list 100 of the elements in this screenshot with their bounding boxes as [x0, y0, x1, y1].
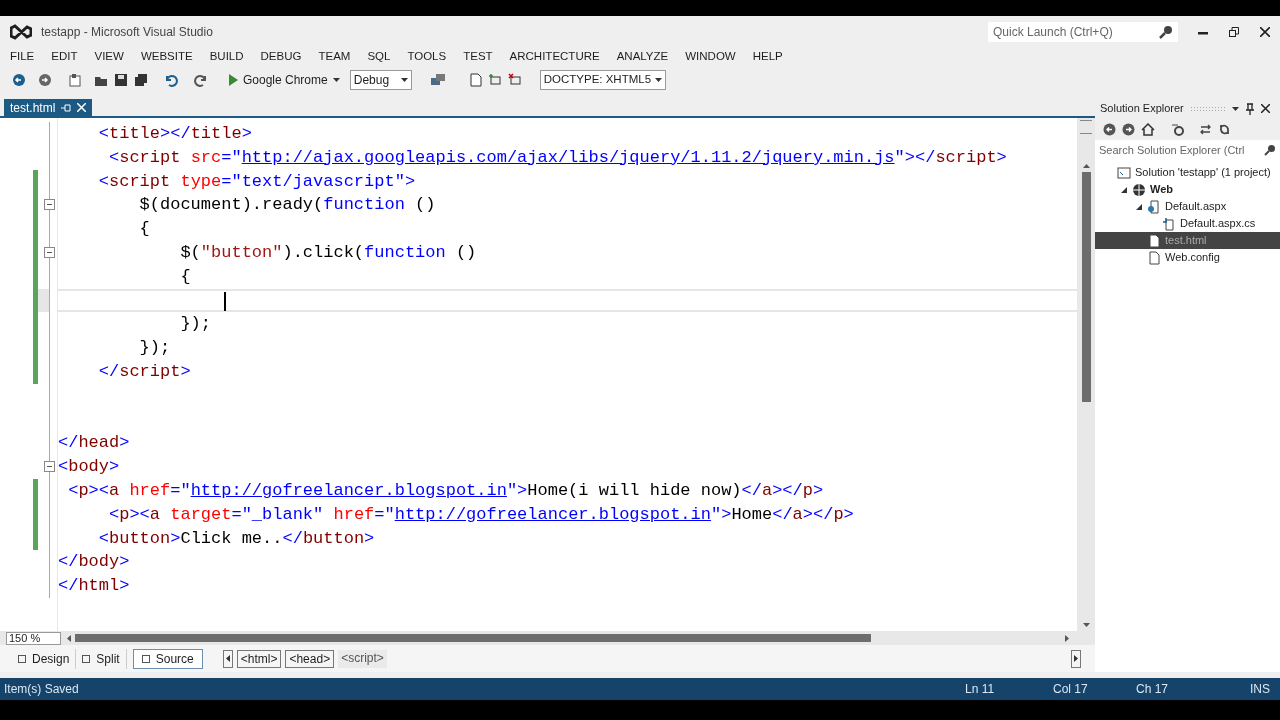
app-logo-icon [10, 22, 32, 41]
breadcrumb[interactable]: <head> [285, 649, 335, 668]
code-line: <title></title> [97, 124, 252, 143]
breadcrumb[interactable]: <html> [236, 649, 282, 668]
back-icon[interactable] [1103, 122, 1116, 136]
horizontal-scrollbar-thumb[interactable] [75, 634, 871, 642]
menu-item[interactable]: HELP [752, 48, 783, 66]
menu-item[interactable]: SQL [367, 48, 391, 66]
caret-icon [655, 78, 662, 82]
remove-comment-icon[interactable] [507, 73, 522, 87]
file-icon [1147, 233, 1161, 248]
menu-item[interactable]: EDIT [51, 48, 78, 66]
code-line: </script> [97, 361, 191, 381]
tree-item[interactable]: Default.aspx.cs [1095, 215, 1280, 232]
tree-item[interactable]: Web.config [1095, 249, 1280, 266]
scroll-right-icon[interactable] [1065, 634, 1069, 642]
code-line: <p><a target="_blank" href="http://gofreelancer.blogspot.in">Home</a></p> [108, 504, 854, 524]
view-tab[interactable]: Split [76, 648, 127, 669]
play-icon[interactable] [228, 74, 238, 86]
sync-icon[interactable] [1199, 122, 1212, 136]
column-number: Col 17 [1053, 681, 1089, 698]
scroll-left-icon[interactable] [67, 634, 71, 642]
menu-item[interactable]: BUILD [209, 48, 244, 66]
run-target-button[interactable]: Google Chrome [243, 71, 328, 89]
menu-item[interactable]: TOOLS [407, 48, 447, 66]
code-line: <script type="text/javascript"> [97, 171, 416, 191]
menu-item[interactable]: DEBUG [260, 48, 302, 66]
vertical-scrollbar-thumb[interactable] [1081, 172, 1091, 402]
collapse-icon[interactable] [44, 247, 55, 258]
forward-icon[interactable] [38, 73, 52, 87]
code-line: </html> [58, 576, 130, 596]
menu-item[interactable]: TEST [463, 48, 493, 66]
character-number: Ch 17 [1136, 681, 1169, 698]
code-line: { [138, 219, 150, 239]
tree-item[interactable]: Web [1095, 181, 1280, 198]
menu-item[interactable]: TEAM [318, 48, 351, 66]
redo-icon[interactable] [194, 73, 208, 87]
globe-icon [1132, 182, 1146, 197]
left-arrow-icon [225, 655, 230, 662]
file-icon [1147, 250, 1161, 265]
menu-item[interactable]: ARCHITECTURE [509, 48, 600, 66]
scroll-down-icon[interactable] [1082, 623, 1090, 627]
close-icon[interactable] [1260, 26, 1270, 37]
caret-icon[interactable] [332, 78, 340, 82]
collapse-icon[interactable] [44, 199, 55, 211]
status-message: Item(s) Saved [4, 681, 79, 698]
view-icon [18, 654, 26, 663]
view-tab[interactable]: Design [12, 648, 77, 669]
line-number: Ln 11 [965, 681, 996, 698]
code-line: { [179, 266, 191, 286]
doctype-dropdown[interactable]: DOCTYPE: XHTML5 [539, 70, 666, 90]
breadcrumb-forward-button[interactable] [1071, 649, 1081, 668]
home-icon[interactable] [1141, 122, 1155, 136]
code-line: <button>Click me..</button> [97, 528, 375, 548]
new-project-icon[interactable] [68, 73, 82, 87]
menu-item[interactable]: WINDOW [685, 48, 736, 66]
refresh-icon[interactable] [1218, 122, 1231, 136]
panel-menu-icon[interactable] [1231, 106, 1239, 111]
search-icon [1159, 24, 1173, 39]
forward-icon[interactable] [1122, 122, 1135, 136]
menu-item[interactable]: ANALYZE [616, 48, 669, 66]
menu-item[interactable]: WEBSITE [140, 48, 193, 66]
zoom-dropdown[interactable]: 150 % [6, 631, 61, 645]
tree-item[interactable]: Solution 'testapp' (1 project) [1095, 164, 1280, 181]
quick-launch-field[interactable]: Quick Launch (Ctrl+Q) [988, 21, 1178, 42]
menu-item[interactable]: FILE [10, 48, 35, 66]
code-line: <script src="http://ajax.googleapis.com/ajax/libs/jquery/1.11.2/jquery.min.js"></script> [108, 147, 1007, 167]
pin-icon[interactable] [1245, 102, 1254, 115]
scroll-up-icon[interactable] [1082, 164, 1090, 168]
restore-icon[interactable] [1229, 26, 1239, 37]
back-icon[interactable] [12, 73, 26, 87]
view-tab[interactable]: Source [132, 648, 203, 669]
window-title: testapp - Microsoft Visual Studio [41, 23, 213, 41]
insert-mode: INS [1250, 681, 1270, 698]
code-line: <p><a href="http://gofreelancer.blogspot.in">Home(i will hide now)</a></p> [67, 480, 824, 500]
save-icon[interactable] [114, 73, 128, 87]
view-icon [82, 654, 91, 663]
code-line: $("button").click(function () [179, 243, 477, 262]
menu-item[interactable]: VIEW [94, 48, 124, 66]
search-icon [1264, 144, 1276, 156]
pending-changes-icon[interactable] [1171, 122, 1185, 136]
add-comment-icon[interactable] [487, 73, 502, 87]
collapse-icon[interactable] [44, 461, 55, 473]
split-handle[interactable] [1080, 120, 1092, 134]
search-field[interactable]: Search Solution Explorer (Ctrl [1095, 140, 1280, 160]
code-line: </body> [58, 552, 130, 572]
tree-item[interactable]: Default.aspx [1095, 198, 1280, 215]
expanded-icon[interactable] [1120, 185, 1128, 194]
breadcrumb[interactable]: <script> [338, 649, 387, 668]
code-line: <body> [58, 457, 120, 477]
attach-icon[interactable] [429, 73, 446, 87]
breadcrumb-back-button[interactable] [222, 649, 233, 668]
save-all-icon[interactable] [134, 73, 148, 87]
configuration-dropdown[interactable]: Debug [349, 70, 412, 90]
code-line: }); [138, 338, 171, 358]
tree-item[interactable]: test.html [1095, 232, 1280, 249]
expanded-icon[interactable] [1135, 202, 1143, 211]
close-icon[interactable] [1260, 104, 1270, 113]
undo-icon[interactable] [164, 73, 178, 87]
document-icon[interactable] [469, 73, 482, 87]
